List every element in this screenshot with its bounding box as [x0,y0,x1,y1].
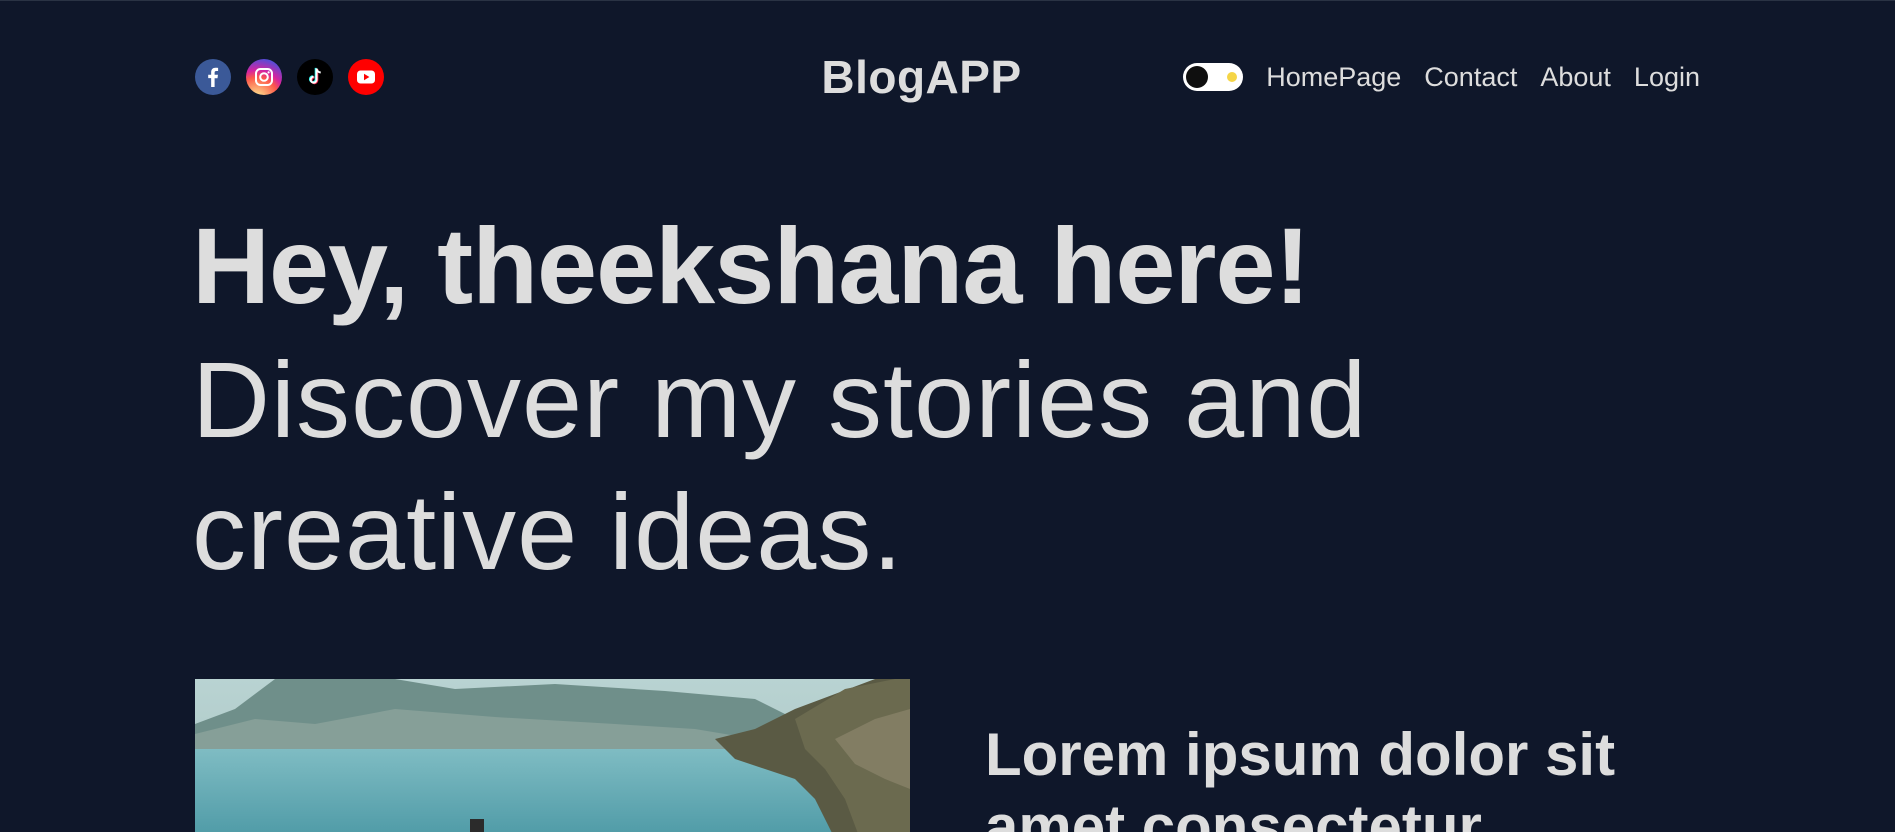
nav-link-login[interactable]: Login [1634,62,1700,93]
nav-link-about[interactable]: About [1540,62,1611,93]
theme-toggle[interactable] [1183,63,1244,91]
nav-links: HomePage Contact About Login [1183,51,1700,103]
container: BlogAPP HomePage Contact About Login Hey… [192,1,1700,832]
page: BlogAPP HomePage Contact About Login Hey… [0,0,1895,832]
navbar: BlogAPP HomePage Contact About Login [195,51,1700,103]
hero-section: Hey, theekshana here! Discover my storie… [192,206,1697,598]
hero-title: Hey, theekshana here! [192,205,1310,326]
hero-subtitle: Discover my stories and creative ideas. [192,339,1368,592]
nav-link-homepage[interactable]: HomePage [1266,62,1401,93]
toggle-knob [1186,66,1209,88]
sun-icon [1227,72,1238,82]
featured-post-image[interactable] [195,679,910,832]
featured-post-title[interactable]: Lorem ipsum dolor sit amet consectetur [985,719,1705,832]
nav-link-contact[interactable]: Contact [1424,62,1517,93]
